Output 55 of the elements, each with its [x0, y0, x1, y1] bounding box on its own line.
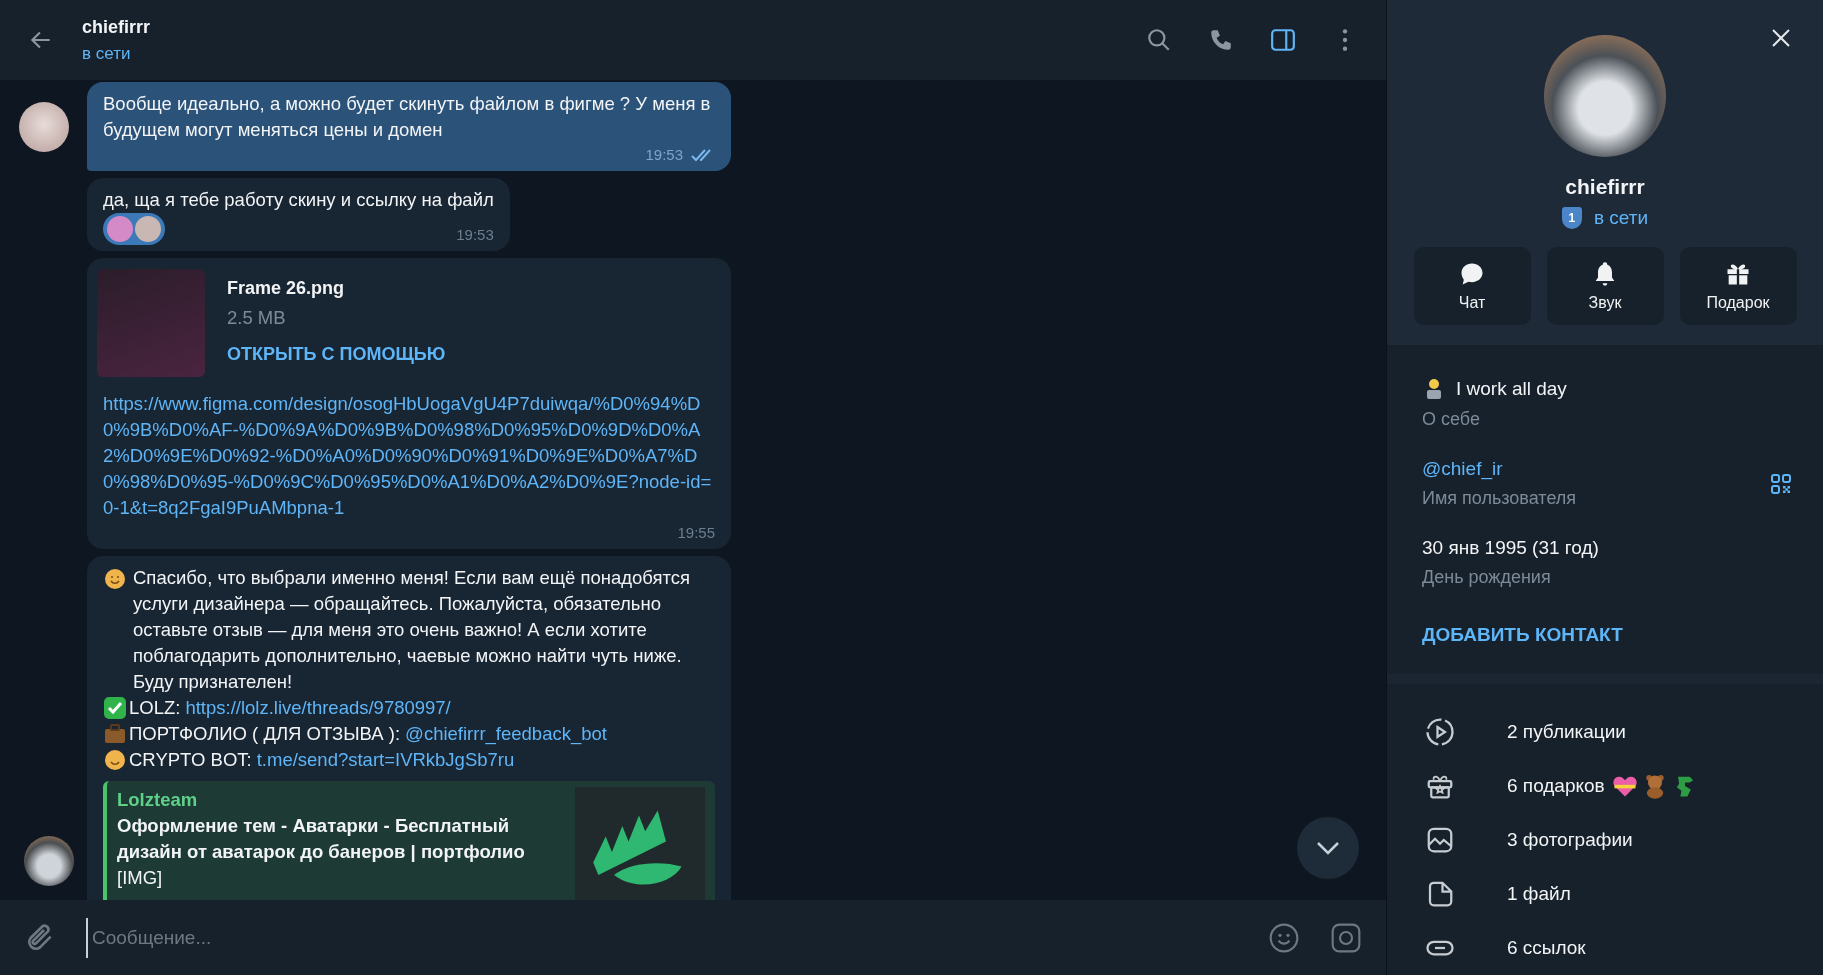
- message-time: 19:53: [456, 225, 494, 245]
- message-text: Вообще идеально, а можно будет скинуть файлом в фигме ? У меня в будущем могут меняться цены и домен: [103, 93, 712, 140]
- media-count[interactable]: 3 фотографии: [1507, 829, 1633, 851]
- search-icon[interactable]: [1146, 27, 1172, 53]
- emoji-icon[interactable]: [1268, 921, 1300, 954]
- file-size: 2.5 MB: [227, 306, 287, 330]
- message-time: 19:53: [645, 145, 683, 165]
- link-label: ПОРТФОЛИО ( ДЛЯ ОТЗЫВА ):: [129, 722, 401, 746]
- preview-site-name: Lolzteam: [117, 788, 199, 812]
- file-name: Frame 26.png: [227, 277, 346, 300]
- qr-code-icon[interactable]: [1769, 471, 1793, 496]
- preview-description: [IMG]: [117, 866, 164, 890]
- message-composer[interactable]: Сообщение...: [0, 900, 1386, 975]
- bell-button[interactable]: Звук: [1546, 247, 1664, 325]
- media-count[interactable]: 1 файл: [1507, 883, 1571, 905]
- link[interactable]: @chiefirrr_feedback_bot: [405, 721, 607, 747]
- briefcase-emoji-icon: [103, 722, 127, 746]
- avatar-photo[interactable]: [24, 836, 74, 886]
- info-value: I work all day: [1456, 378, 1567, 400]
- chat-title: chiefirrr: [82, 16, 151, 38]
- info-label: О себе: [1422, 409, 1481, 430]
- level-badge: 1: [1561, 207, 1582, 229]
- message-text: да, ща я тебе работу скину и ссылку на файл: [103, 189, 494, 210]
- camera-icon[interactable]: [1330, 921, 1362, 954]
- smiling-face-emoji-icon: [103, 567, 127, 591]
- online-status: в сети: [1593, 207, 1649, 229]
- message-text: Спасибо, что выбрали именно меня! Если вам ещё понадобятся услуги дизайнера — обращайтесь. Пожалуйста, обязательно оставьте отзыв — для меня это очень важно! А если хотите поблагодарить дополнительно, чаевые можно найти чуть ниже. Буду признателен!: [133, 566, 692, 694]
- check-mark-emoji-icon: [103, 696, 127, 720]
- info-label: Имя пользователя: [1422, 488, 1578, 509]
- link-preview[interactable]: Lolzteam Оформление тем - Аватарки - Бесплатный дизайн от аватарок до банеров | портфолио [IMG]: [103, 781, 715, 900]
- info-label: День рождения: [1422, 567, 1552, 588]
- username-link[interactable]: @chief_ir: [1422, 458, 1503, 480]
- gift-button[interactable]: Подарок: [1679, 247, 1797, 325]
- message-time: 19:55: [677, 523, 715, 543]
- reaction-pill[interactable]: [103, 213, 165, 245]
- online-status: в сети: [82, 43, 132, 64]
- smiling-face-emoji-icon: [103, 748, 127, 772]
- add-contact-link[interactable]: ДОБАВИТЬ КОНТАКТ: [1422, 624, 1793, 646]
- preview-title: Оформление тем - Аватарки - Бесплатный дизайн от аватарок до банеров | портфолио: [117, 814, 526, 864]
- link-label: CRYPTO BOT:: [129, 748, 252, 772]
- media-count[interactable]: 2 публикации: [1507, 721, 1626, 743]
- open-with-link[interactable]: ОТКРЫТЬ С ПОМОЩЬЮ: [227, 341, 446, 367]
- link[interactable]: https://www.figma.com/design/osogHbUogaVgU4P7duiwqa/%D0%94%D0%9B%D0%AF-%D0%9A%D0%9B%D0%98%D0%95%D0%9D%D0%A2%D0%9E%D0%92-%D0%A0%D0%90%D0%91%D0%9E%D0%A7%D0%98%D0%95-%D0%9C%D0%95%D0%A1%D0%A2%D0%9E?node-id=0-1&t=8q2FgaI9PuAMbpna-1: [103, 391, 715, 521]
- profile-name: chiefirrr: [1565, 175, 1645, 199]
- media-count[interactable]: 6 подарков: [1507, 775, 1605, 797]
- link-label: LOLZ:: [129, 696, 181, 720]
- chat-button[interactable]: Чат: [1413, 247, 1531, 325]
- info-value: 30 янв 1995 (31 год): [1422, 537, 1599, 559]
- image-icon: [1425, 825, 1455, 855]
- sidebar-toggle-icon[interactable]: [1270, 27, 1296, 53]
- link[interactable]: t.me/send?start=IVRkbJgSb7ru: [256, 747, 515, 773]
- media-count[interactable]: 6 ссылок: [1507, 937, 1586, 959]
- phone-icon[interactable]: [1208, 27, 1234, 53]
- link[interactable]: https://lolz.live/threads/9780997/: [185, 695, 451, 721]
- play-circle-icon: [1425, 717, 1455, 747]
